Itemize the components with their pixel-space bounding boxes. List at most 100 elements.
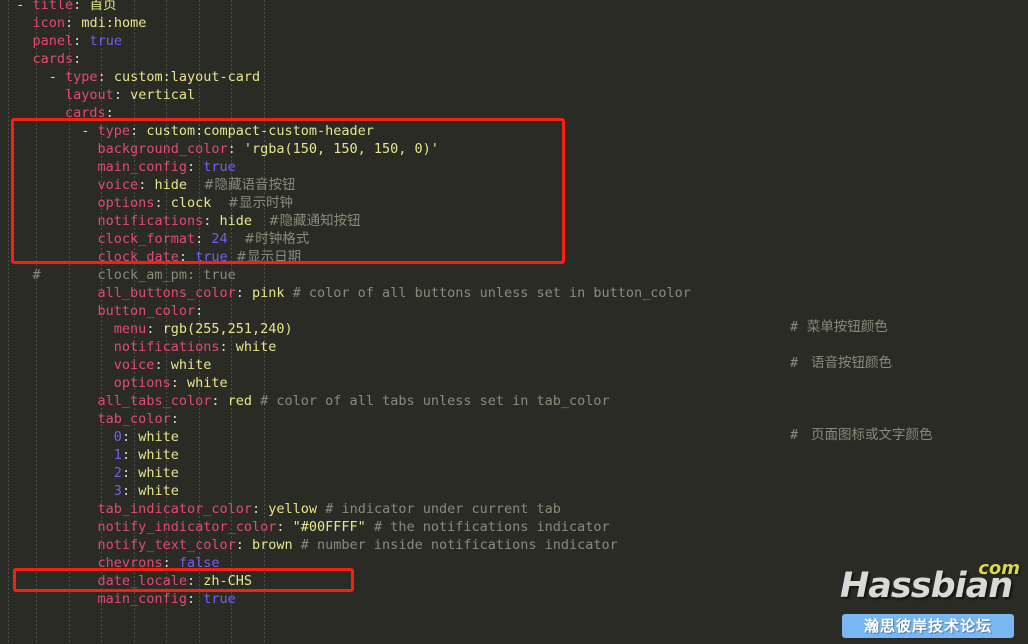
code-colon: : [121, 429, 131, 445]
code-line[interactable]: clock_date: true #显示日期 [0, 248, 1028, 266]
side-comment: # 菜单按钮颜色 [790, 319, 888, 335]
side-comment: # 页面图标或文字颜色 [790, 427, 933, 443]
list-dash: - [81, 123, 98, 139]
code-value: yellow [268, 501, 318, 517]
code-line[interactable]: - type: custom:compact-custom-header [0, 122, 1028, 140]
code-value: true [89, 33, 122, 49]
code-value: true [203, 591, 236, 607]
code-line[interactable]: options: white [0, 374, 1028, 392]
code-key: main_config [97, 591, 187, 607]
code-key: notify_text_color [97, 537, 236, 553]
code-colon: : [73, 51, 82, 67]
code-value: mdi:home [81, 15, 147, 31]
code-line[interactable]: main_config: true [0, 158, 1028, 176]
code-line[interactable]: - title: 首页 [0, 0, 1028, 14]
code-colon: : [186, 159, 196, 175]
code-key: clock_format [97, 231, 196, 247]
code-value: white [138, 465, 179, 481]
code-colon: : [178, 249, 187, 265]
code-comment: #显示日期 [235, 249, 302, 265]
yaml-code-block[interactable]: - title: 首页 icon: mdi:home panel: true c… [0, 0, 1028, 608]
watermark-subtitle: 瀚思彼岸技术论坛 [842, 614, 1014, 638]
code-value: false [178, 555, 220, 571]
code-key: menu [113, 321, 147, 337]
code-line[interactable]: clock_format: 24 #时钟格式 [0, 230, 1028, 248]
code-value: custom:layout-card [113, 69, 261, 85]
code-key: options [113, 375, 171, 391]
code-value: clock [170, 195, 212, 211]
code-comment: #显示时钟 [227, 195, 293, 211]
code-colon: : [113, 87, 122, 103]
code-key: 3 [113, 483, 122, 499]
code-line[interactable]: notify_indicator_color: "#00FFFF" # the … [0, 518, 1028, 536]
code-value: true [195, 249, 228, 265]
code-value: 24 [211, 231, 228, 247]
code-line[interactable]: 1: white [0, 446, 1028, 464]
code-value: "#00FFFF" [292, 519, 366, 535]
code-colon: : [121, 465, 131, 481]
code-colon: : [130, 123, 139, 139]
code-key: cards [65, 105, 106, 121]
code-comment: # the notifications indicator [373, 519, 610, 535]
code-key: type [97, 123, 131, 139]
code-key: 1 [113, 447, 122, 463]
code-colon: : [170, 375, 179, 391]
code-line[interactable]: voice: hide #隐藏语音按钮 [0, 176, 1028, 194]
code-line[interactable]: notify_text_color: brown # number inside… [0, 536, 1028, 554]
code-key: panel [32, 33, 74, 49]
code-colon: : [154, 195, 163, 211]
code-value: 'rgba(150, 150, 150, 0)' [243, 141, 439, 157]
watermark-tld: com [978, 558, 1020, 579]
code-key: all_buttons_color [97, 285, 236, 301]
code-line[interactable]: all_tabs_color: red # color of all tabs … [0, 392, 1028, 410]
code-line[interactable]: notifications: hide #隐藏通知按钮 [0, 212, 1028, 230]
code-line[interactable]: layout: vertical [0, 86, 1028, 104]
code-key: voice [113, 357, 155, 373]
code-value: hide [154, 177, 187, 193]
code-colon: : [170, 411, 179, 427]
code-line[interactable]: cards: [0, 104, 1028, 122]
code-key: main_config [97, 159, 187, 175]
code-comment: # number inside notifications indicator [300, 537, 618, 553]
code-colon: : [121, 483, 131, 499]
code-line[interactable]: tab_indicator_color: yellow # indicator … [0, 500, 1028, 518]
code-colon: : [195, 231, 204, 247]
code-line[interactable]: options: clock #显示时钟 [0, 194, 1028, 212]
code-key: all_tabs_color [97, 393, 212, 409]
code-value: custom:compact-custom-header [146, 123, 374, 139]
code-key: chevrons [97, 555, 163, 571]
code-value: white [138, 429, 179, 445]
code-comment: # color of all buttons unless set in but… [292, 285, 691, 301]
code-line[interactable]: 2: white [0, 464, 1028, 482]
code-key: 2 [113, 465, 122, 481]
code-line[interactable]: background_color: 'rgba(150, 150, 150, 0… [0, 140, 1028, 158]
code-key: date_locale [97, 573, 187, 589]
code-key: tab_color [97, 411, 171, 427]
code-line[interactable]: icon: mdi:home [0, 14, 1028, 32]
code-line[interactable]: 3: white [0, 482, 1028, 500]
code-colon: : [97, 69, 106, 85]
code-value: white [170, 357, 212, 373]
list-dash: - [48, 69, 66, 85]
code-line[interactable]: - type: custom:layout-card [0, 68, 1028, 86]
code-colon: : [154, 357, 163, 373]
code-comment: #隐藏语音按钮 [203, 177, 296, 193]
code-value: 首页 [89, 0, 117, 13]
code-key: tab_indicator_color [97, 501, 252, 517]
code-line[interactable]: # clock_am_pm: true [0, 266, 1028, 284]
code-comment: #隐藏通知按钮 [268, 213, 361, 229]
code-line[interactable]: all_buttons_color: pink # color of all b… [0, 284, 1028, 302]
code-line[interactable]: cards: [0, 50, 1028, 68]
code-key: type [65, 69, 98, 85]
code-comment: # clock_am_pm: true [32, 267, 236, 283]
code-key: options [97, 195, 155, 211]
code-key: 0 [113, 429, 122, 445]
watermark: Hassbian com 瀚思彼岸技术论坛 [832, 558, 1022, 640]
code-colon: : [227, 141, 236, 157]
code-value: pink [252, 285, 285, 301]
watermark-top: Hassbian com [832, 558, 1022, 608]
code-key: clock_date [97, 249, 179, 265]
code-value: red [227, 393, 253, 409]
code-line[interactable]: panel: true [0, 32, 1028, 50]
code-value: true [203, 159, 236, 175]
